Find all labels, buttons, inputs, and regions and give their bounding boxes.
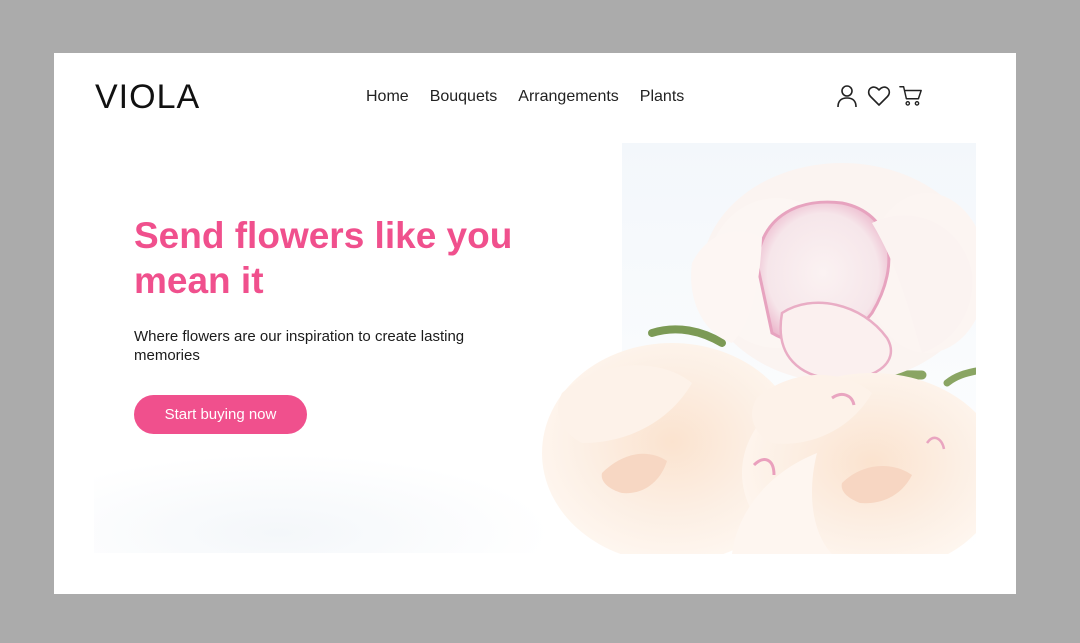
- start-buying-button[interactable]: Start buying now: [134, 395, 307, 434]
- account-button[interactable]: [835, 83, 859, 109]
- cart-icon: [899, 86, 922, 106]
- nav-item-plants[interactable]: Plants: [640, 87, 684, 107]
- landing-page: VIOLA Home Bouquets Arrangements Plants: [54, 53, 1016, 594]
- nav-item-arrangements[interactable]: Arrangements: [518, 87, 619, 107]
- header-actions: [835, 83, 923, 109]
- nav-item-bouquets[interactable]: Bouquets: [430, 87, 498, 107]
- brand-logo[interactable]: VIOLA: [95, 79, 200, 115]
- wishlist-button[interactable]: [867, 83, 891, 109]
- heart-icon: [867, 86, 891, 106]
- hero-subtext: Where flowers are our inspiration to cre…: [134, 328, 465, 364]
- hero-image-peonies: [542, 143, 976, 554]
- nav-item-home[interactable]: Home: [366, 87, 409, 107]
- peony-illustration: [542, 143, 976, 554]
- hero-background-shade: [94, 453, 554, 553]
- cart-button[interactable]: [899, 83, 923, 109]
- user-icon: [837, 85, 857, 108]
- hero-headline: Send flowers like you mean it: [134, 215, 513, 301]
- main-nav: Home Bouquets Arrangements Plants: [366, 87, 684, 107]
